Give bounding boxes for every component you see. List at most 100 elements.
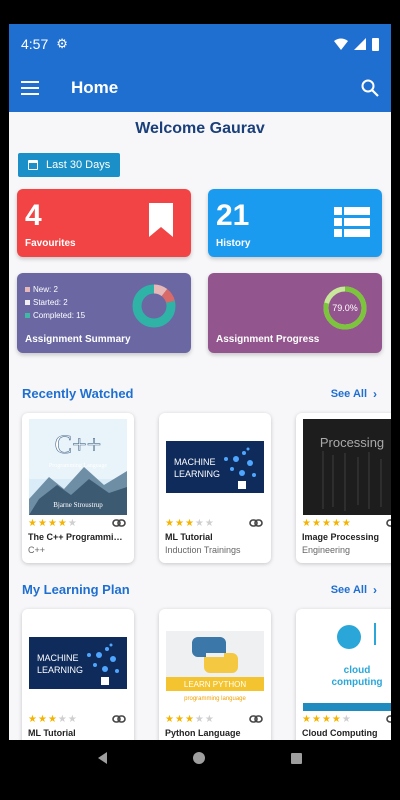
svg-text:cloud: cloud [344,665,371,676]
svg-text:MACHINE: MACHINE [174,457,216,467]
gear-icon: ⚙ [56,36,68,51]
star-icon: ★ [47,518,57,529]
rating-stars: ★ ★ ★ ★ ★ [28,714,77,726]
star-icon: ★ [37,518,47,529]
svg-text:LEARN PYTHON: LEARN PYTHON [184,680,246,689]
link-icon[interactable] [249,518,263,528]
favourites-count: 4 [25,199,42,232]
course-title: Cloud Computing [302,728,378,738]
course-card[interactable]: Processing ★ ★ ★ ★ ★ Image Processing Engine… [296,413,391,563]
star-icon: ★ [302,518,311,529]
legend-item: Completed: 15 [25,309,85,322]
course-thumbnail: cloud computing [303,615,391,711]
course-title: Image Processing [302,532,380,542]
course-card[interactable]: cloud computing ★ ★ ★ ★ ★ Cloud Computing [296,609,391,740]
course-thumbnail: Processing [303,419,391,515]
phone-frame: 4:57 ⚙ Home Welcome Gaurav Last 30 Days … [0,0,400,800]
star-icon: ★ [28,518,37,529]
rating-stars: ★ ★ ★ ★ ★ [165,518,214,530]
assignment-summary-tile[interactable]: New: 2 Started: 2 Completed: 15 Assignme… [17,273,191,353]
wifi-icon [334,38,348,50]
favourites-tile[interactable]: 4 Favourites [17,189,191,257]
assignment-progress-tile[interactable]: 79.0% Assignment Progress [208,273,382,353]
star-icon: ★ [47,714,57,725]
course-card[interactable]: C++ Programming Language Bjarne Stroustr… [22,413,134,563]
date-filter-button[interactable]: Last 30 Days [18,153,121,177]
star-icon: ★ [204,714,214,725]
course-title: Python Language [165,728,241,738]
link-icon[interactable] [386,714,391,724]
see-all-button[interactable]: See All › [331,387,377,401]
signal-icon [354,38,366,50]
learning-plan-header: My Learning Plan See All › [22,582,377,597]
course-thumbnail: MACHINE LEARNING [29,615,127,711]
link-icon[interactable] [249,714,263,724]
history-count: 21 [216,199,250,232]
recently-watched-header: Recently Watched See All › [22,386,377,401]
main-content: Welcome Gaurav Last 30 Days 4 Favourites… [9,112,391,740]
calendar-icon [28,160,38,170]
star-icon: ★ [67,518,77,529]
cover-title: C++ [55,430,102,459]
star-icon: ★ [341,714,351,725]
star-icon: ★ [184,714,194,725]
welcome-text: Welcome Gaurav [135,120,265,137]
course-title: The C++ Programming Language [28,532,128,542]
assignment-donut-chart [132,284,176,328]
course-subtitle: Engineering [302,545,351,555]
star-icon: ★ [311,714,321,725]
course-subtitle: C++ [28,545,46,555]
legend-swatch [25,313,30,318]
course-title: ML Tutorial [165,532,213,542]
course-title: ML Tutorial [28,728,76,738]
star-icon: ★ [57,518,67,529]
system-nav-bar [0,740,400,776]
menu-icon[interactable] [21,81,39,95]
star-icon: ★ [331,518,341,529]
star-icon: ★ [165,518,174,529]
star-icon: ★ [311,518,321,529]
legend-item: New: 2 [25,283,85,296]
search-icon[interactable] [361,79,379,97]
star-icon: ★ [28,714,37,725]
star-icon: ★ [174,518,184,529]
course-thumbnail: LEARN PYTHON programming language [166,615,264,711]
legend-swatch [25,287,30,292]
link-icon[interactable] [112,714,126,724]
app-bar: Home [9,64,391,112]
rating-stars: ★ ★ ★ ★ ★ [165,714,214,726]
rating-stars: ★ ★ ★ ★ ★ [302,518,351,530]
status-bar: 4:57 ⚙ [9,24,391,64]
assignment-legend: New: 2 Started: 2 Completed: 15 [25,283,85,322]
battery-icon [372,37,379,51]
history-label: History [216,238,251,249]
star-icon: ★ [57,714,67,725]
course-thumbnail: MACHINE LEARNING [166,419,264,515]
status-time: 4:57 [21,36,49,52]
svg-text:LEARNING: LEARNING [174,469,220,479]
link-icon[interactable] [386,518,391,528]
section-title: Recently Watched [22,386,134,401]
course-card[interactable]: MACHINE LEARNING ★ ★ ★ ★ ★ ML Tutorial Induc… [159,413,271,563]
legend-swatch [25,300,30,305]
see-all-button[interactable]: See All › [331,583,377,597]
star-icon: ★ [194,518,204,529]
rating-stars: ★ ★ ★ ★ ★ [28,518,77,530]
course-subtitle: Induction Trainings [165,545,241,555]
svg-text:computing: computing [331,677,382,688]
date-filter-label: Last 30 Days [46,159,111,171]
section-title: My Learning Plan [22,582,130,597]
course-card[interactable]: LEARN PYTHON programming language ★ ★ ★ ★ ★ … [159,609,271,740]
history-tile[interactable]: 21 History [208,189,382,257]
recent-apps-icon[interactable] [291,752,302,764]
home-icon[interactable] [193,752,205,764]
assignment-summary-label: Assignment Summary [25,334,131,345]
svg-text:Processing: Processing [320,435,384,450]
star-icon: ★ [204,518,214,529]
chevron-right-icon: › [373,386,377,401]
course-card[interactable]: MACHINE LEARNING ★ ★ ★ ★ ★ ML Tutorial [22,609,134,740]
back-icon[interactable] [98,752,107,764]
svg-text:Bjarne Stroustrup: Bjarne Stroustrup [53,501,103,509]
link-icon[interactable] [112,518,126,528]
star-icon: ★ [341,518,351,529]
